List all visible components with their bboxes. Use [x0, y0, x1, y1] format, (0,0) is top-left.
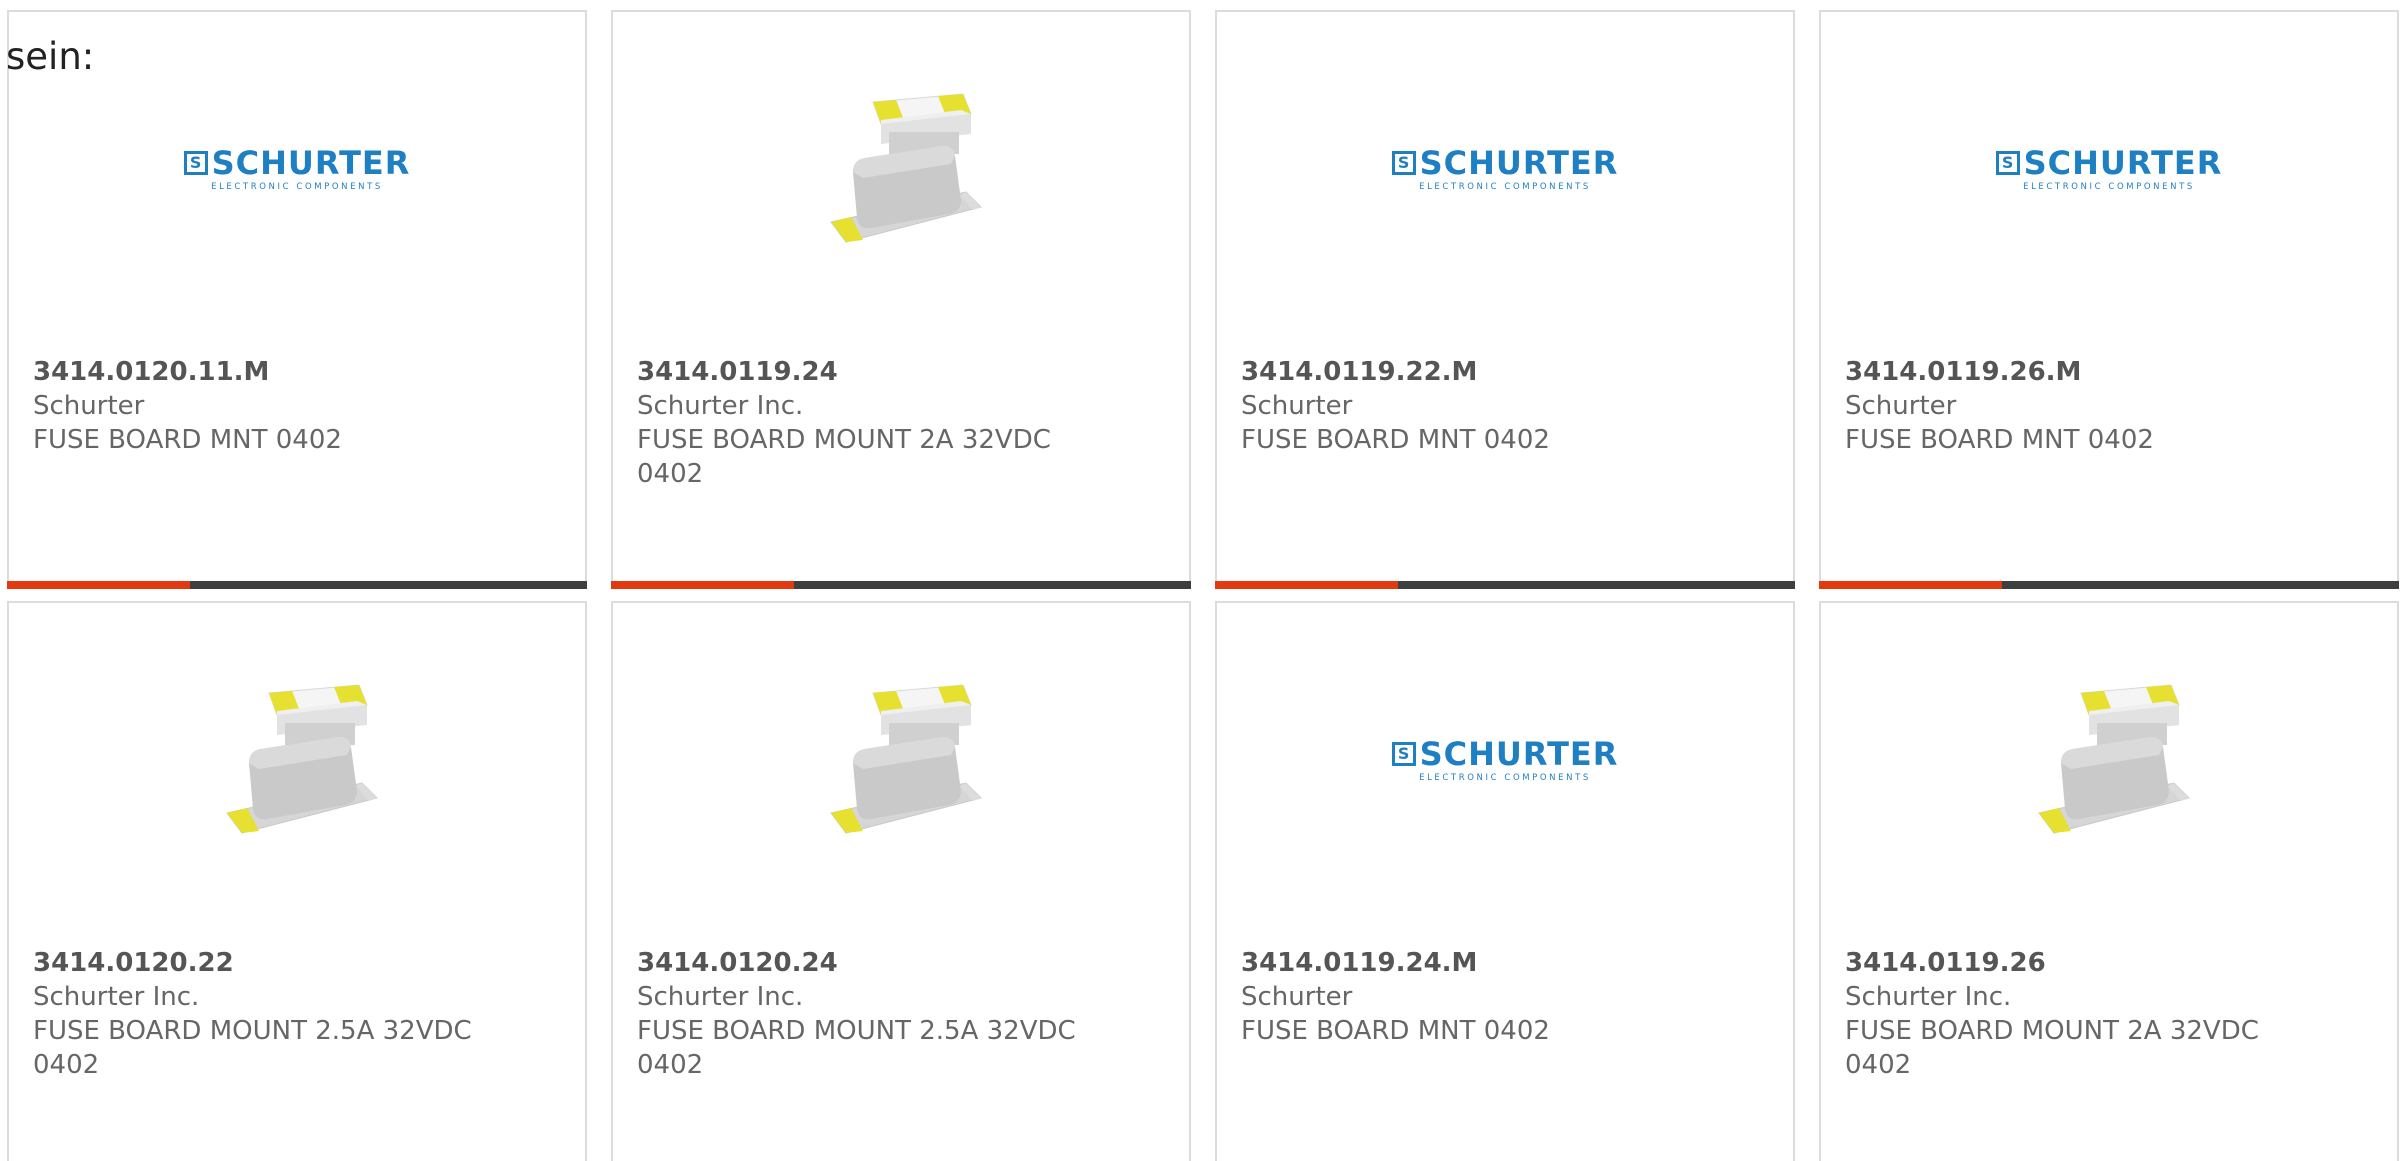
part-number[interactable]: 3414.0120.11.M — [33, 355, 561, 389]
product-image[interactable] — [9, 673, 585, 893]
schurter-logo: S SCHURTER ELECTRONIC COMPONENTS — [1391, 735, 1619, 783]
card-bottom-bar — [7, 581, 587, 589]
logo-tagline: ELECTRONIC COMPONENTS — [2023, 182, 2195, 192]
description: FUSE BOARD MNT 0402 — [33, 425, 342, 455]
fuse-component-icon — [226, 684, 378, 834]
schurter-mark-icon: S — [183, 151, 208, 175]
intro-text: sein: — [6, 35, 95, 78]
part-number[interactable]: 3414.0119.26 — [1845, 946, 2373, 980]
description: FUSE BOARD MOUNT 2A 32VDC 0402 — [637, 425, 1051, 489]
product-card-7[interactable]: S SCHURTER ELECTRONIC COMPONENTS 3414.01… — [1215, 601, 1795, 1161]
description: FUSE BOARD MNT 0402 — [1241, 425, 1550, 455]
part-number[interactable]: 3414.0119.22.M — [1241, 355, 1769, 389]
logo-name: SCHURTER — [1419, 735, 1619, 773]
fuse-component-icon — [830, 684, 982, 834]
logo-name: SCHURTER — [211, 144, 411, 182]
product-info: 3414.0119.22.M Schurter FUSE BOARD MNT 0… — [1241, 355, 1769, 457]
logo-tagline: ELECTRONIC COMPONENTS — [1419, 182, 1591, 192]
card-accent-bar — [611, 581, 794, 589]
card-accent-bar — [1215, 581, 1398, 589]
description: FUSE BOARD MOUNT 2.5A 32VDC 0402 — [637, 1016, 1076, 1080]
part-number[interactable]: 3414.0119.24.M — [1241, 946, 1769, 980]
product-card-6[interactable]: 3414.0120.24 Schurter Inc. FUSE BOARD MO… — [611, 601, 1191, 1161]
schurter-logo: S SCHURTER ELECTRONIC COMPONENTS — [1391, 144, 1619, 192]
card-bottom-bar — [611, 581, 1191, 589]
schurter-mark-icon: S — [1391, 742, 1416, 766]
card-accent-bar — [7, 581, 190, 589]
manufacturer: Schurter — [33, 391, 145, 421]
manufacturer: Schurter — [1241, 391, 1353, 421]
product-image[interactable]: S SCHURTER ELECTRONIC COMPONENTS — [1217, 673, 1793, 893]
product-info: 3414.0119.24.M Schurter FUSE BOARD MNT 0… — [1241, 946, 1769, 1048]
part-number[interactable]: 3414.0120.24 — [637, 946, 1165, 980]
manufacturer: Schurter — [1241, 982, 1353, 1012]
product-card-3[interactable]: S SCHURTER ELECTRONIC COMPONENTS 3414.01… — [1215, 10, 1795, 589]
manufacturer: Schurter — [1845, 391, 1957, 421]
fuse-component-icon — [830, 93, 982, 243]
product-info: 3414.0120.22 Schurter Inc. FUSE BOARD MO… — [33, 946, 561, 1082]
manufacturer: Schurter Inc. — [1845, 982, 2012, 1012]
schurter-mark-icon: S — [1391, 151, 1416, 175]
product-info: 3414.0119.24 Schurter Inc. FUSE BOARD MO… — [637, 355, 1165, 491]
product-card-4[interactable]: S SCHURTER ELECTRONIC COMPONENTS 3414.01… — [1819, 10, 2399, 589]
product-info: 3414.0120.11.M Schurter FUSE BOARD MNT 0… — [33, 355, 561, 457]
card-bottom-bar — [1819, 581, 2399, 589]
product-info: 3414.0119.26 Schurter Inc. FUSE BOARD MO… — [1845, 946, 2373, 1082]
product-card-5[interactable]: 3414.0120.22 Schurter Inc. FUSE BOARD MO… — [7, 601, 587, 1161]
description: FUSE BOARD MOUNT 2.5A 32VDC 0402 — [33, 1016, 472, 1080]
product-image[interactable] — [1821, 673, 2397, 893]
card-bottom-bar — [1215, 581, 1795, 589]
product-image[interactable]: S SCHURTER ELECTRONIC COMPONENTS — [1821, 82, 2397, 302]
part-number[interactable]: 3414.0119.24 — [637, 355, 1165, 389]
logo-name: SCHURTER — [1419, 144, 1619, 182]
product-grid: S SCHURTER ELECTRONIC COMPONENTS 3414.01… — [7, 10, 2400, 1161]
description: FUSE BOARD MNT 0402 — [1241, 1016, 1550, 1046]
product-info: 3414.0120.24 Schurter Inc. FUSE BOARD MO… — [637, 946, 1165, 1082]
schurter-mark-icon: S — [1995, 151, 2020, 175]
logo-tagline: ELECTRONIC COMPONENTS — [211, 182, 383, 192]
product-card-8[interactable]: 3414.0119.26 Schurter Inc. FUSE BOARD MO… — [1819, 601, 2399, 1161]
product-image[interactable]: S SCHURTER ELECTRONIC COMPONENTS — [1217, 82, 1793, 302]
schurter-logo: S SCHURTER ELECTRONIC COMPONENTS — [183, 144, 411, 192]
fuse-component-icon — [2038, 684, 2190, 834]
product-info: 3414.0119.26.M Schurter FUSE BOARD MNT 0… — [1845, 355, 2373, 457]
schurter-logo: S SCHURTER ELECTRONIC COMPONENTS — [1995, 144, 2223, 192]
manufacturer: Schurter Inc. — [637, 391, 804, 421]
description: FUSE BOARD MNT 0402 — [1845, 425, 2154, 455]
product-image[interactable] — [613, 82, 1189, 302]
logo-tagline: ELECTRONIC COMPONENTS — [1419, 773, 1591, 783]
manufacturer: Schurter Inc. — [637, 982, 804, 1012]
card-accent-bar — [1819, 581, 2002, 589]
product-image[interactable]: S SCHURTER ELECTRONIC COMPONENTS — [9, 82, 585, 302]
description: FUSE BOARD MOUNT 2A 32VDC 0402 — [1845, 1016, 2259, 1080]
part-number[interactable]: 3414.0119.26.M — [1845, 355, 2373, 389]
logo-name: SCHURTER — [2023, 144, 2223, 182]
product-image[interactable] — [613, 673, 1189, 893]
product-grid-page: sein: S SCHURTER ELECTRONIC COMPONENTS 3… — [0, 0, 2400, 1161]
manufacturer: Schurter Inc. — [33, 982, 200, 1012]
product-card-1[interactable]: S SCHURTER ELECTRONIC COMPONENTS 3414.01… — [7, 10, 587, 589]
product-card-2[interactable]: 3414.0119.24 Schurter Inc. FUSE BOARD MO… — [611, 10, 1191, 589]
part-number[interactable]: 3414.0120.22 — [33, 946, 561, 980]
